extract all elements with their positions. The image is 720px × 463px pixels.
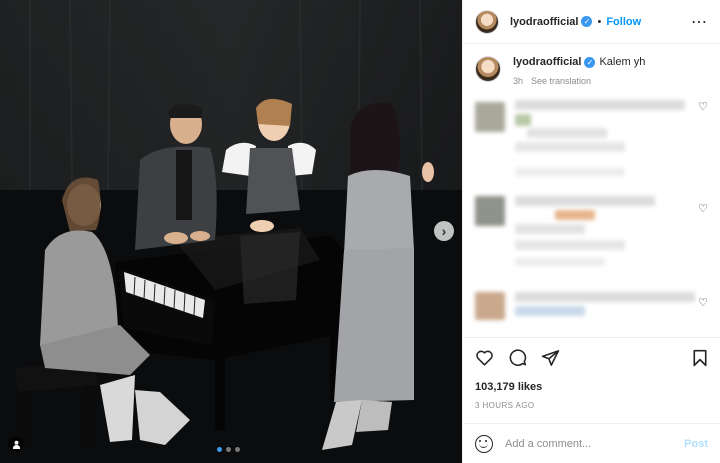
blurred-text — [515, 100, 685, 110]
comment-like-icon[interactable]: ♡ — [698, 296, 708, 309]
emoji-icon[interactable] — [475, 434, 493, 453]
comments-section: lyodraofficial ✓ Kalem yh 3h See translatio… — [463, 44, 720, 337]
comment-like-icon[interactable]: ♡ — [698, 100, 708, 113]
blurred-text — [515, 168, 625, 176]
see-translation-link[interactable]: See translation — [531, 76, 591, 86]
carousel-dot — [235, 447, 240, 452]
avatar[interactable] — [475, 56, 501, 82]
caption-line: lyodraofficial ✓ Kalem yh — [513, 56, 645, 68]
instagram-post: › lyodraofficial ✓ • Follow ⋯ lyodraoffi… — [0, 0, 720, 463]
blurred-text — [555, 210, 595, 220]
verified-badge-icon: ✓ — [584, 56, 596, 68]
carousel-dot-active — [217, 447, 222, 452]
bookmark-icon[interactable] — [692, 349, 708, 371]
avatar[interactable] — [475, 9, 499, 34]
next-slide-button[interactable]: › — [434, 221, 454, 241]
caption-text: Kalem yh — [599, 56, 646, 68]
comment-item: ♡ — [475, 292, 708, 337]
photo-scene — [0, 0, 462, 463]
heart-icon[interactable] — [475, 349, 494, 370]
post-header: lyodraofficial ✓ • Follow ⋯ — [463, 0, 720, 44]
blurred-text — [515, 114, 531, 126]
blurred-text — [515, 196, 655, 206]
send-icon[interactable] — [541, 349, 560, 371]
blurred-text — [515, 306, 585, 316]
avatar — [475, 196, 505, 226]
add-comment-bar: Post — [463, 423, 720, 463]
verified-badge-icon: ✓ — [581, 16, 593, 27]
avatar — [475, 102, 505, 132]
more-horizontal-icon[interactable]: ⋯ — [691, 12, 708, 32]
comment-item: ♡ — [475, 196, 708, 292]
separator-dot: • — [597, 15, 602, 28]
post-timestamp[interactable]: 3 HOURS AGO — [463, 399, 720, 423]
carousel-dot — [226, 447, 231, 452]
blurred-text — [515, 224, 585, 234]
caption-body: lyodraofficial ✓ Kalem yh 3h See translatio… — [513, 56, 645, 86]
header-username[interactable]: lyodraofficial — [510, 16, 578, 28]
caption-username[interactable]: lyodraofficial — [513, 56, 581, 68]
blurred-text — [515, 240, 625, 250]
comment-item: ♡ — [475, 100, 708, 196]
comment-like-icon[interactable]: ♡ — [698, 202, 708, 215]
post-comment-button[interactable]: Post — [684, 438, 708, 450]
caption-meta: 3h See translation — [513, 76, 645, 86]
carousel-indicator — [217, 447, 240, 452]
post-photo[interactable]: › — [0, 0, 462, 463]
follow-button[interactable]: Follow — [606, 16, 641, 28]
blurred-text — [527, 128, 607, 138]
caption-time[interactable]: 3h — [513, 76, 523, 86]
likes-count[interactable]: 103,179 likes — [463, 381, 720, 399]
blurred-text — [515, 142, 625, 152]
caption: lyodraofficial ✓ Kalem yh 3h See translatio… — [475, 44, 708, 86]
comment-input[interactable] — [505, 437, 685, 450]
blurred-text — [515, 258, 605, 266]
avatar — [475, 292, 505, 320]
post-side-panel: lyodraofficial ✓ • Follow ⋯ lyodraoffici… — [462, 0, 720, 463]
blurred-text — [515, 292, 695, 302]
comment-icon[interactable] — [508, 348, 527, 371]
action-bar — [463, 337, 720, 381]
tagged-people-icon[interactable] — [8, 436, 24, 452]
